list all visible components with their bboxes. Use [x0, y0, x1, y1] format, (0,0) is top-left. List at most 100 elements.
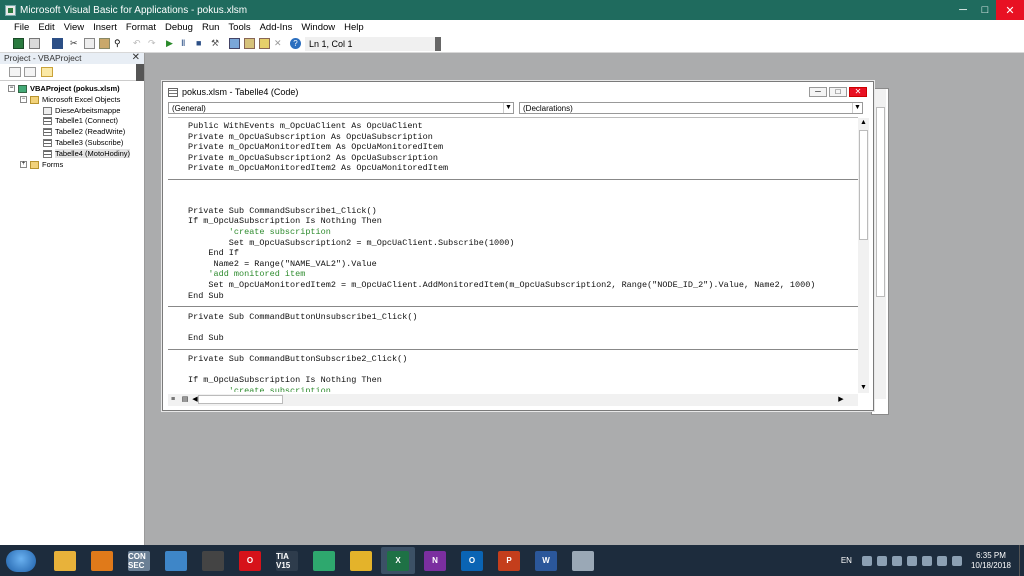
procedure-dropdown[interactable]: (Declarations) ▼ [519, 102, 863, 114]
menu-addins[interactable]: Add-Ins [260, 22, 293, 33]
collapse-icon[interactable]: − [8, 85, 15, 92]
toggle-folders-icon[interactable] [41, 67, 53, 77]
vertical-scroll-thumb[interactable] [859, 130, 868, 240]
expand-icon[interactable]: + [20, 161, 27, 168]
code-maximize-icon[interactable]: □ [829, 87, 847, 97]
show-desktop-button[interactable] [1019, 545, 1024, 576]
minimize-icon[interactable]: ─ [952, 0, 974, 20]
code-close-icon[interactable]: ✕ [849, 87, 867, 97]
taskbar-app[interactable] [566, 547, 600, 574]
menu-tools[interactable]: Tools [228, 22, 250, 33]
taskbar-app[interactable]: TIA V15 [270, 547, 304, 574]
insert-module-icon[interactable] [29, 38, 40, 49]
menu-window[interactable]: Window [301, 22, 335, 33]
toolbox-icon[interactable]: ✕ [274, 38, 285, 49]
tree-item-tabelle2[interactable]: Tabelle2 (ReadWrite) [43, 127, 125, 136]
taskbar-app[interactable]: P [492, 547, 526, 574]
menu-help[interactable]: Help [344, 22, 364, 33]
windows-start-icon[interactable] [6, 550, 36, 572]
undo-icon[interactable]: ↶ [133, 38, 144, 49]
code-line[interactable]: 'add monitored item [188, 269, 305, 279]
horizontal-scrollbar[interactable]: ≡ ▤ ◀ ▶ [168, 394, 858, 406]
redo-icon[interactable]: ↷ [148, 38, 159, 49]
code-line[interactable]: If m_OpcUaSubscription Is Nothing Then [188, 375, 382, 385]
cut-icon[interactable]: ✂ [70, 38, 81, 49]
collapse-icon[interactable]: − [20, 96, 27, 103]
tree-item-vbaproject[interactable]: − VBAProject (pokus.xlsm) [8, 84, 120, 93]
tree-item-tabelle1[interactable]: Tabelle1 (Connect) [43, 116, 118, 125]
taskbar-app[interactable] [196, 547, 230, 574]
code-line[interactable]: End If [188, 248, 239, 258]
project-close-icon[interactable]: ✕ [132, 52, 140, 63]
excel-view-icon[interactable] [13, 38, 24, 49]
taskbar-app[interactable]: N [418, 547, 452, 574]
code-line[interactable]: Set m_OpcUaSubscription2 = m_OpcUaClient… [188, 238, 515, 248]
project-explorer-icon[interactable] [229, 38, 240, 49]
run-icon[interactable]: ▶ [166, 38, 177, 49]
menu-format[interactable]: Format [126, 22, 156, 33]
code-minimize-icon[interactable]: ─ [809, 87, 827, 97]
scroll-down-icon[interactable]: ▼ [858, 383, 869, 393]
code-line[interactable]: Private Sub CommandButtonSubscribe2_Clic… [188, 354, 407, 364]
help-icon[interactable]: ? [290, 38, 301, 49]
volume-icon[interactable] [951, 555, 962, 566]
copy-icon[interactable] [84, 38, 95, 49]
tia-tray-icon[interactable] [921, 555, 932, 566]
language-indicator[interactable]: EN [841, 556, 852, 565]
tree-item-excel-objects[interactable]: − Microsoft Excel Objects [20, 95, 120, 104]
chevron-down-icon[interactable]: ▼ [852, 103, 862, 113]
procedure-view-icon[interactable]: ≡ [168, 394, 178, 406]
menu-debug[interactable]: Debug [165, 22, 193, 33]
code-editor[interactable]: Public WithEvents m_OpcUaClient As OpcUa… [168, 117, 858, 392]
menu-file[interactable]: File [14, 22, 29, 33]
code-line[interactable]: End Sub [188, 291, 224, 301]
code-line[interactable]: Private m_OpcUaMonitoredItem As OpcUaMon… [188, 142, 443, 152]
taskbar-app[interactable] [344, 547, 378, 574]
code-line[interactable]: End Sub [188, 333, 224, 343]
close-icon[interactable]: ✕ [996, 0, 1024, 20]
code-line[interactable]: Private Sub CommandSubscribe1_Click() [188, 206, 377, 216]
taskbar-app[interactable] [307, 547, 341, 574]
tree-item-tabelle4[interactable]: Tabelle4 (MotoHodiny) [43, 149, 131, 158]
taskbar-app[interactable]: W [529, 547, 563, 574]
properties-icon[interactable] [244, 38, 255, 49]
menu-insert[interactable]: Insert [93, 22, 117, 33]
taskbar-app[interactable] [159, 547, 193, 574]
code-line[interactable]: 'create subscription [188, 227, 331, 237]
taskbar-app[interactable] [85, 547, 119, 574]
tree-item-forms[interactable]: + Forms [20, 160, 63, 169]
object-browser-icon[interactable] [259, 38, 270, 49]
toolbar-grip[interactable] [435, 37, 441, 51]
scroll-right-icon[interactable]: ▶ [836, 394, 846, 406]
code-line[interactable]: If m_OpcUaSubscription Is Nothing Then [188, 216, 382, 226]
object-dropdown[interactable]: (General) ▼ [168, 102, 514, 114]
taskbar-app[interactable]: CON SEC [122, 547, 156, 574]
taskbar-app[interactable]: O [233, 547, 267, 574]
code-line[interactable]: 'create subscription [188, 386, 331, 392]
code-line[interactable]: Set m_OpcUaMonitoredItem2 = m_OpcUaClien… [188, 280, 815, 290]
code-line[interactable]: Private m_OpcUaMonitoredItem2 As OpcUaMo… [188, 163, 448, 173]
find-icon[interactable]: ⚲ [114, 38, 125, 49]
code-line[interactable]: Public WithEvents m_OpcUaClient As OpcUa… [188, 121, 423, 131]
design-mode-icon[interactable]: ⚒ [211, 38, 222, 49]
code-line[interactable]: Private Sub CommandButtonUnsubscribe1_Cl… [188, 312, 418, 322]
clock[interactable]: 6:35 PM 10/18/2018 [971, 551, 1011, 571]
paste-icon[interactable] [99, 38, 110, 49]
bluetooth-icon[interactable] [906, 555, 917, 566]
chevron-down-icon[interactable]: ▼ [503, 103, 513, 113]
save-icon[interactable] [52, 38, 63, 49]
background-scroll-thumb[interactable] [876, 107, 885, 297]
taskbar-app[interactable] [48, 547, 82, 574]
horizontal-scroll-thumb[interactable] [198, 395, 283, 404]
menu-run[interactable]: Run [202, 22, 219, 33]
break-icon[interactable]: Ⅱ [181, 38, 192, 49]
project-explorer-scroll[interactable] [136, 64, 144, 81]
reset-icon[interactable]: ■ [196, 38, 207, 49]
code-line[interactable]: Private m_OpcUaSubscription As OpcUaSubs… [188, 132, 433, 142]
keyboard-icon[interactable] [861, 555, 872, 566]
menu-edit[interactable]: Edit [38, 22, 54, 33]
code-line[interactable]: Name2 = Range("NAME_VAL2").Value [188, 259, 377, 269]
menu-view[interactable]: View [64, 22, 84, 33]
full-module-view-icon[interactable]: ▤ [180, 394, 190, 406]
taskbar-app[interactable]: X [381, 547, 415, 574]
